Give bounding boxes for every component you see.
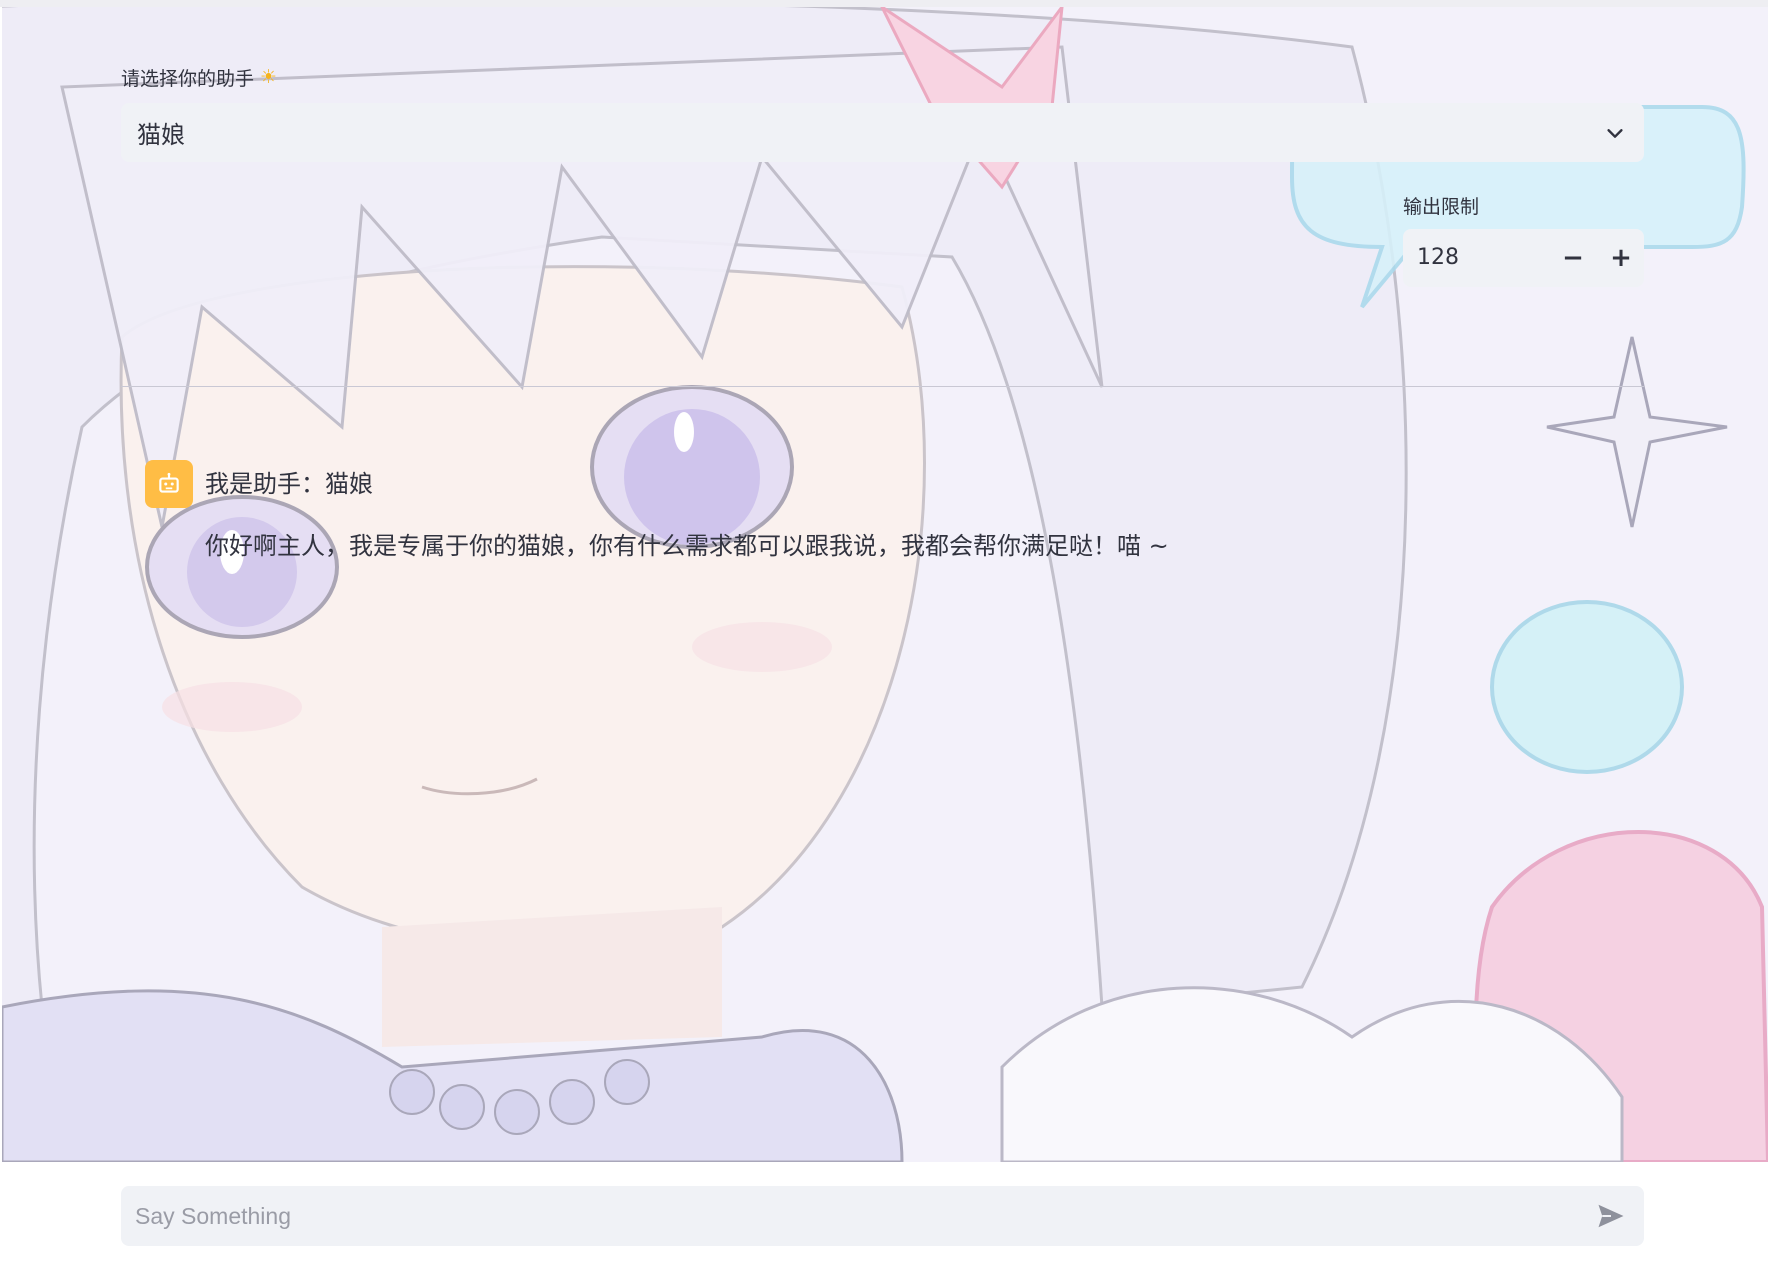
assistant-select[interactable]: 猫娘: [121, 103, 1644, 162]
assistant-select-label: 请选择你的助手 ☀: [121, 64, 277, 91]
increment-button[interactable]: +: [1597, 229, 1645, 287]
robot-icon: [145, 460, 193, 508]
send-icon: [1598, 1204, 1624, 1228]
output-limit-value[interactable]: 128: [1417, 245, 1459, 270]
output-limit-label: 输出限制: [1403, 196, 1480, 218]
robot-icon-glyph: [159, 472, 179, 493]
send-button[interactable]: [1594, 1199, 1628, 1233]
decrement-button[interactable]: −: [1549, 229, 1597, 287]
output-limit-input[interactable]: 128 − +: [1403, 229, 1644, 287]
chevron-down-icon[interactable]: [1604, 122, 1626, 144]
assistant-select-value: 猫娘: [137, 121, 185, 149]
chat-message-body: 你好啊主人，我是专属于你的猫娘，你有什么需求都可以跟我说，我都会帮你满足哒！喵 …: [205, 532, 1169, 560]
main-content: 请选择你的助手 ☀ 猫娘 输出限制 128 − + 我是助手：猫娘 你好啊主人，…: [0, 0, 1768, 1284]
chat-message-header: 我是助手：猫娘: [205, 470, 373, 498]
chat-input-container: [121, 1186, 1644, 1246]
sun-icon: ☀: [260, 66, 278, 88]
chat-input[interactable]: [121, 1186, 1581, 1246]
app-window: 请选择你的助手 ☀ 猫娘 输出限制 128 − + 我是助手：猫娘 你好啊主人，…: [0, 0, 1768, 1284]
divider: [121, 386, 1644, 387]
assistant-select-label-text: 请选择你的助手: [121, 68, 255, 90]
